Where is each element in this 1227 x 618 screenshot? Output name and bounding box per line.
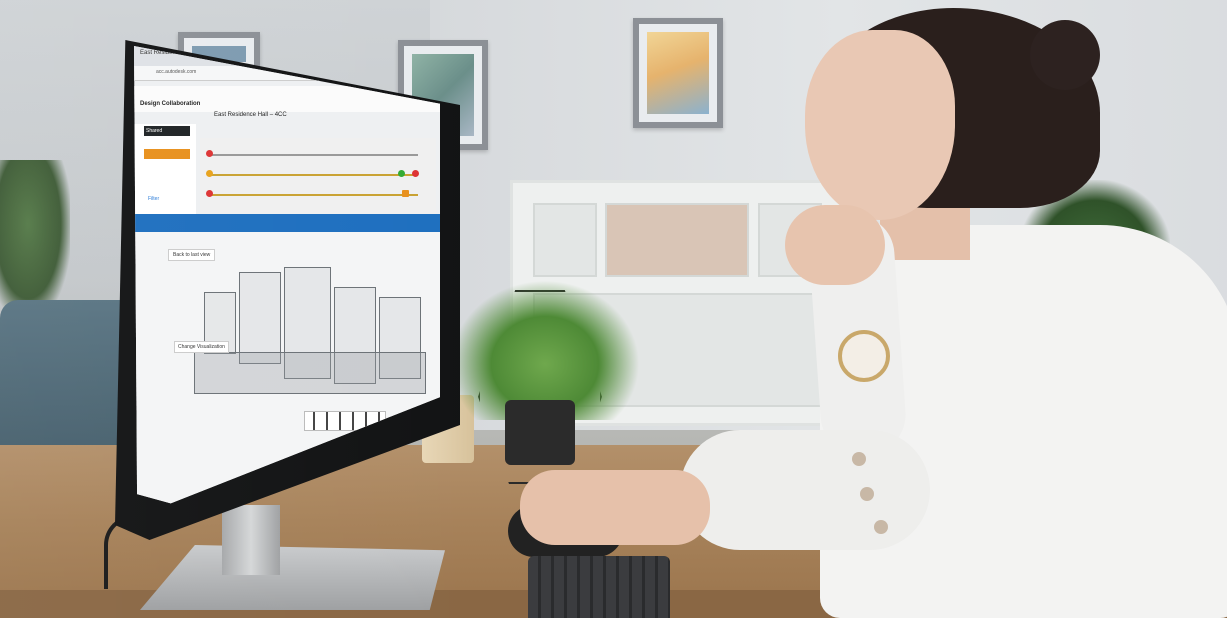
package-sidebar bbox=[134, 124, 196, 214]
url-text: acc.autodesk.com bbox=[156, 69, 197, 75]
plant-left bbox=[0, 160, 70, 320]
sleeve-button bbox=[874, 520, 888, 534]
sleeve-button bbox=[852, 452, 866, 466]
timeline-panel bbox=[200, 138, 436, 218]
app-name: Design Collaboration bbox=[140, 101, 201, 107]
potted-plant-leaves bbox=[450, 280, 640, 420]
change-visualization-button[interactable]: Change Visualization bbox=[174, 341, 229, 353]
filter-link: Filter bbox=[148, 196, 160, 202]
woman-face bbox=[805, 30, 955, 220]
monitor-stand-neck bbox=[222, 505, 280, 575]
timeline-track bbox=[208, 174, 418, 176]
package-item-active bbox=[144, 149, 190, 159]
model-title: East Residence Hall – 4CC bbox=[214, 112, 287, 118]
app-header bbox=[134, 86, 440, 112]
plant-pot bbox=[505, 400, 575, 465]
timeline-marker bbox=[206, 170, 213, 177]
wristwatch bbox=[838, 330, 890, 382]
wall-frame-right bbox=[633, 18, 723, 128]
timeline-marker bbox=[206, 150, 213, 157]
model-floor bbox=[194, 352, 426, 394]
timeline-marker bbox=[402, 190, 409, 197]
shared-label: Shared bbox=[144, 126, 190, 136]
timeline-marker bbox=[206, 190, 213, 197]
woman-arm bbox=[680, 430, 930, 550]
scene: East Residence Hall – 4CC - Rev acc.auto… bbox=[0, 0, 1227, 618]
back-to-last-view-button[interactable]: Back to last view bbox=[168, 249, 216, 261]
version-banner bbox=[134, 214, 440, 232]
woman-hair-bun bbox=[1030, 20, 1100, 90]
timeline-marker bbox=[412, 170, 419, 177]
sleeve-button bbox=[860, 487, 874, 501]
timeline-track bbox=[208, 194, 418, 196]
woman-hand-chin bbox=[785, 205, 885, 285]
keyboard bbox=[528, 556, 670, 618]
timeline-marker bbox=[398, 170, 405, 177]
woman-hand-mouse bbox=[520, 470, 710, 545]
model-wall bbox=[239, 272, 281, 364]
timeline-track bbox=[208, 154, 418, 156]
